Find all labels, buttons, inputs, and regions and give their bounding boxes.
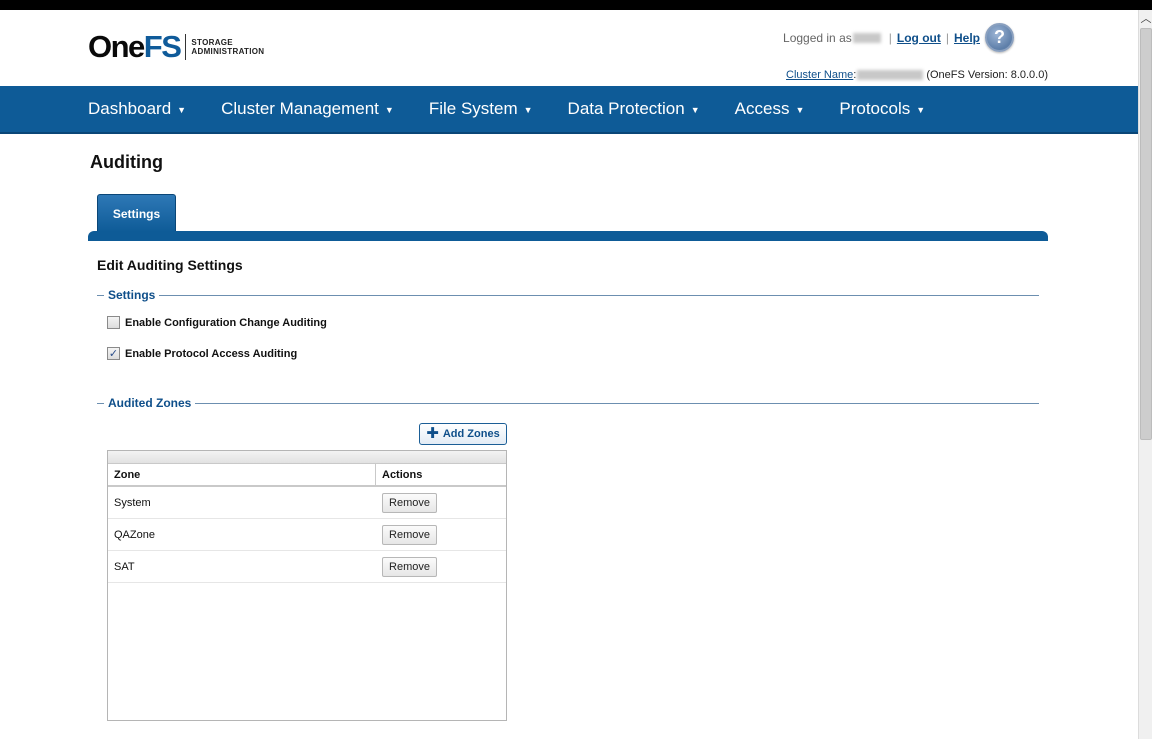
caret-down-icon: ▼ [177, 105, 187, 115]
remove-button[interactable]: Remove [382, 492, 437, 513]
column-header-zone[interactable]: Zone [108, 464, 376, 485]
nav-label: File System [428, 99, 518, 118]
nav-cluster-management[interactable]: Cluster Management ▼ [221, 99, 394, 119]
config-change-auditing-checkbox[interactable] [107, 316, 120, 329]
cluster-name-colon: : [853, 69, 857, 81]
logo-subtitle-line2: ADMINISTRATION [191, 47, 265, 56]
table-row[interactable]: System Remove [108, 487, 506, 519]
main-navigation: Dashboard ▼ Cluster Management ▼ File Syst… [0, 86, 1138, 134]
nav-label: Dashboard [88, 99, 172, 118]
zone-cell: System [114, 496, 151, 509]
plus-icon: ✚ [426, 425, 439, 442]
actions-cell: Remove [376, 551, 506, 582]
vertical-scrollbar[interactable]: ︿ [1138, 10, 1152, 739]
page-title: Auditing [90, 152, 163, 172]
cluster-info: Cluster Name : (OneFS Version: 8.0.0.0) [786, 69, 1048, 81]
legend-line [195, 402, 1039, 404]
nav-label: Cluster Management [221, 99, 379, 118]
nav-label: Data Protection [567, 99, 685, 118]
nav-protocols[interactable]: Protocols ▼ [839, 99, 925, 119]
legend-dash [97, 294, 104, 296]
logo-fs-text: FS [143, 29, 182, 64]
onefs-logo: One FS STORAGE ADMINISTRATION [88, 30, 264, 64]
logo-subtitle: STORAGE ADMINISTRATION [185, 34, 264, 60]
tab-strip [88, 231, 1048, 241]
help-question-icon[interactable]: ? [985, 23, 1014, 52]
table-row[interactable]: SAT Remove [108, 551, 506, 583]
user-bar: Logged in as | Log out | Help ? [783, 23, 1014, 52]
audited-zones-legend-text: Audited Zones [108, 396, 192, 410]
logged-in-label: Logged in as [783, 30, 852, 45]
tab-settings[interactable]: Settings [97, 194, 176, 232]
scroll-thumb[interactable] [1140, 28, 1152, 440]
settings-fieldset-legend: Settings [97, 288, 1039, 302]
caret-down-icon: ▼ [690, 105, 700, 115]
cluster-name-link[interactable]: Cluster Name [786, 69, 853, 81]
config-change-auditing-label: Enable Configuration Change Auditing [125, 316, 327, 329]
help-link[interactable]: Help [954, 31, 980, 45]
redacted-cluster-name [857, 70, 924, 80]
logo-one-text: One [88, 29, 145, 64]
divider: | [945, 30, 949, 45]
protocol-access-auditing-checkbox[interactable]: ✓ [107, 347, 120, 360]
caret-down-icon: ▼ [523, 105, 533, 115]
caret-down-icon: ▼ [916, 105, 926, 115]
protocol-access-auditing-label: Enable Protocol Access Auditing [125, 347, 298, 360]
zone-cell: QAZone [114, 528, 155, 541]
config-change-auditing-option[interactable]: Enable Configuration Change Auditing [107, 316, 327, 329]
window-top-bar [0, 0, 1152, 10]
audited-zones-table: Zone Actions System Remove QAZone Remove… [107, 450, 507, 721]
caret-down-icon: ▼ [795, 105, 805, 115]
settings-legend-text: Settings [108, 288, 156, 302]
audited-zones-fieldset-legend: Audited Zones [97, 396, 1039, 410]
nav-file-system[interactable]: File System ▼ [429, 99, 533, 119]
nav-access[interactable]: Access ▼ [735, 99, 805, 119]
scroll-up-arrow-icon[interactable]: ︿ [1140, 12, 1152, 26]
table-header: Zone Actions [108, 464, 506, 487]
nav-label: Protocols [839, 99, 911, 118]
add-zones-label: Add Zones [442, 428, 500, 440]
section-title: Edit Auditing Settings [97, 257, 243, 273]
legend-line [159, 294, 1039, 296]
remove-button[interactable]: Remove [382, 556, 437, 577]
nav-data-protection[interactable]: Data Protection ▼ [568, 99, 700, 119]
legend-dash [97, 402, 104, 404]
actions-cell: Remove [376, 487, 506, 518]
nav-label: Access [734, 99, 790, 118]
logo-subtitle-line1: STORAGE [191, 38, 233, 47]
protocol-access-auditing-option[interactable]: ✓ Enable Protocol Access Auditing [107, 347, 297, 360]
actions-cell: Remove [376, 519, 506, 550]
table-toolbar [108, 451, 506, 464]
logout-link[interactable]: Log out [897, 31, 941, 45]
nav-dashboard[interactable]: Dashboard ▼ [88, 99, 186, 119]
cluster-version: (OneFS Version: 8.0.0.0) [926, 69, 1048, 81]
add-zones-button[interactable]: ✚ Add Zones [419, 423, 507, 445]
zone-cell: SAT [114, 560, 135, 573]
divider: | [888, 30, 892, 45]
caret-down-icon: ▼ [384, 105, 394, 115]
column-header-actions: Actions [382, 468, 423, 481]
table-row[interactable]: QAZone Remove [108, 519, 506, 551]
redacted-username [852, 32, 881, 43]
remove-button[interactable]: Remove [382, 524, 437, 545]
